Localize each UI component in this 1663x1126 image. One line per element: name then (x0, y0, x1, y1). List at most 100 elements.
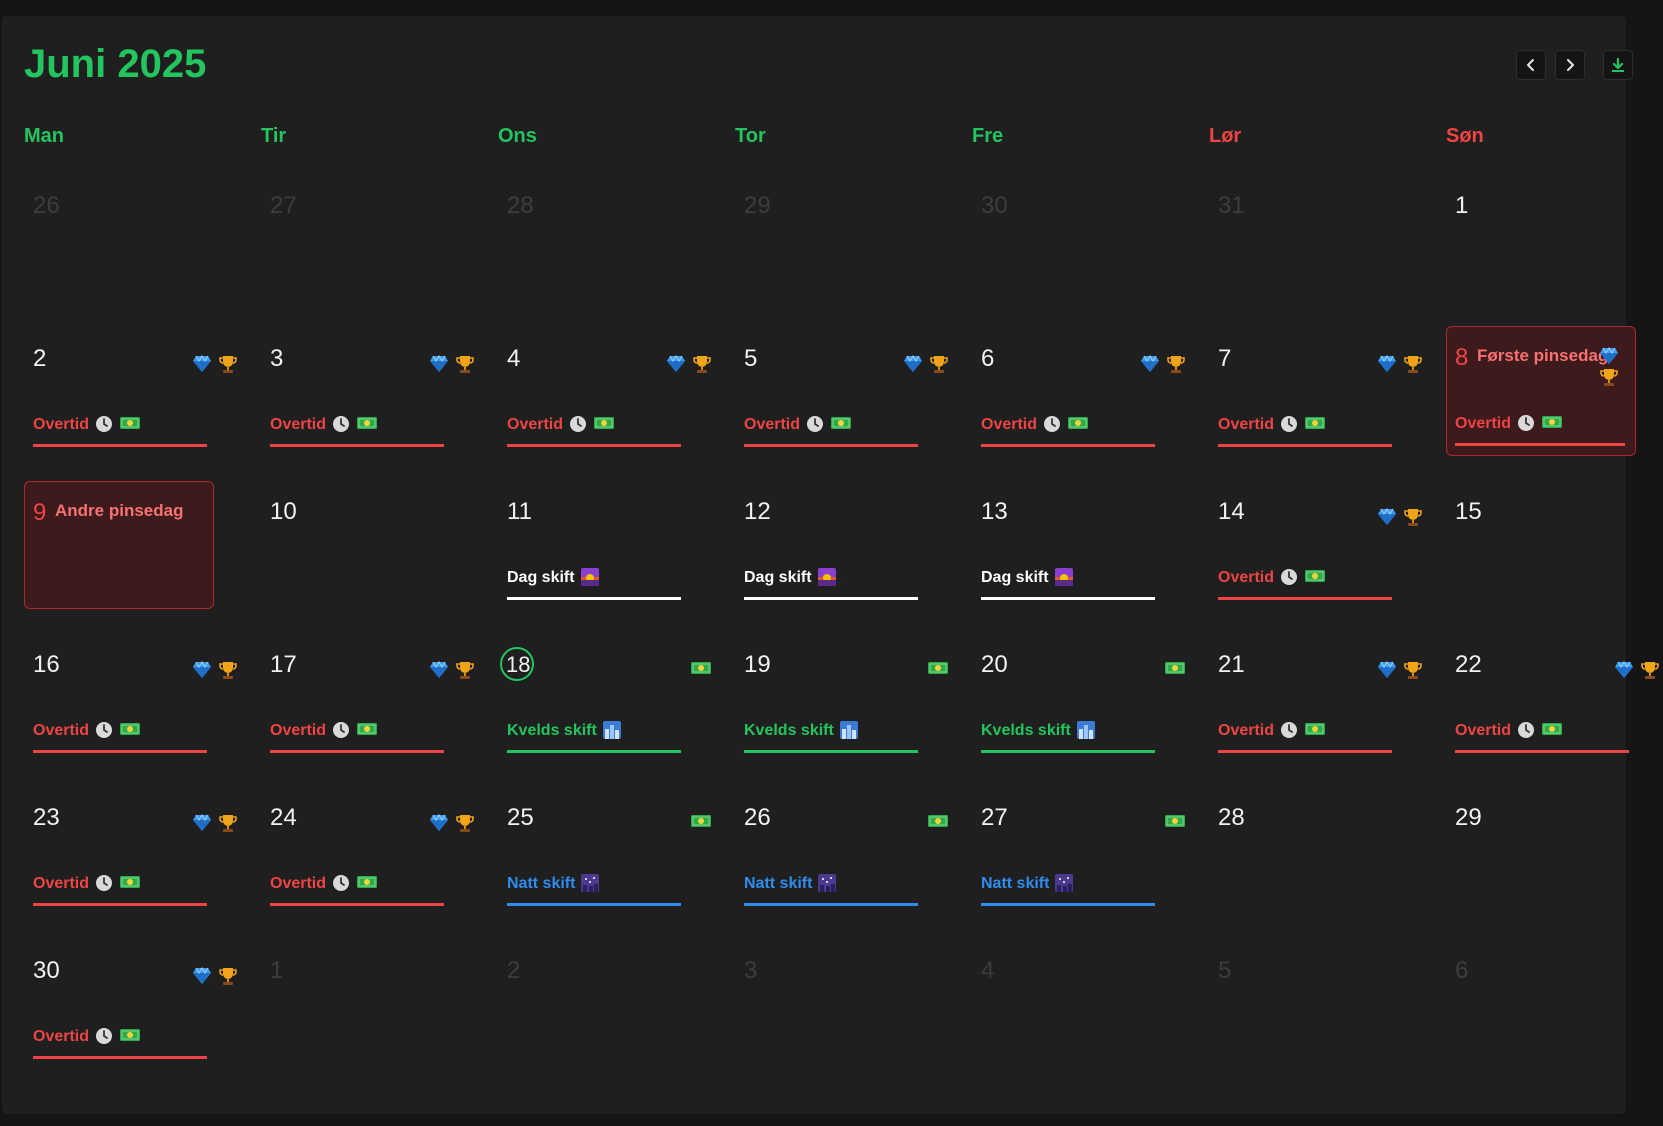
day-number: 7 (1218, 345, 1232, 372)
night-city-icon (818, 874, 837, 892)
day-cell[interactable]: 17 Overtid (262, 632, 499, 785)
day-cell[interactable]: 21 Overtid (1210, 632, 1447, 785)
shift-label: Overtid (1218, 416, 1275, 433)
shift-overtid[interactable]: Overtid (1455, 414, 1625, 446)
shift-overtid[interactable]: Overtid (1218, 415, 1392, 447)
day-cell[interactable]: 4 Overtid (499, 326, 736, 479)
cash-icon (1541, 721, 1563, 737)
day-cell[interactable]: 5 Overtid (736, 326, 973, 479)
shift-overtid[interactable]: Overtid (507, 415, 681, 447)
day-cell[interactable]: 2 Overtid (25, 326, 262, 479)
other-month-day-cell[interactable]: 29 (736, 173, 973, 326)
holiday-day-cell[interactable]: 8 Første pinsedag Overtid (1446, 326, 1636, 456)
night-city-icon (581, 874, 600, 892)
day-cell[interactable]: 18 Kvelds skift (499, 632, 736, 785)
day-number: 5 (1218, 957, 1232, 984)
other-month-day-cell[interactable]: 4 (973, 938, 1210, 1091)
prev-month-button[interactable] (1516, 50, 1546, 80)
shift-overtid[interactable]: Overtid (33, 874, 207, 906)
shift-label: Overtid (33, 875, 90, 892)
shift-dag[interactable]: Dag skift (507, 568, 681, 600)
shift-overtid[interactable]: Overtid (1218, 721, 1392, 753)
day-cell[interactable]: 10 (262, 479, 499, 632)
shift-overtid[interactable]: Overtid (1455, 721, 1629, 753)
day-cell[interactable]: 27 Natt skift (973, 785, 1210, 938)
shift-overtid[interactable]: Overtid (744, 415, 918, 447)
shift-natt[interactable]: Natt skift (981, 874, 1155, 906)
day-number: 11 (507, 498, 532, 525)
shift-dag[interactable]: Dag skift (744, 568, 918, 600)
day-number: 19 (744, 651, 771, 678)
shift-overtid[interactable]: Overtid (1218, 568, 1392, 600)
day-cell[interactable]: 16 Overtid (25, 632, 262, 785)
shift-overtid[interactable]: Overtid (33, 1027, 207, 1059)
other-month-day-cell[interactable]: 26 (25, 173, 262, 326)
next-month-button[interactable] (1555, 50, 1585, 80)
day-cell[interactable]: 11 Dag skift (499, 479, 736, 632)
shift-overtid[interactable]: Overtid (33, 721, 207, 753)
trophy-icon (455, 813, 475, 833)
other-month-day-cell[interactable]: 3 (736, 938, 973, 1091)
cash-icon (1304, 721, 1326, 737)
other-month-day-cell[interactable]: 31 (1210, 173, 1447, 326)
day-badges (690, 660, 712, 676)
day-cell[interactable]: 23 Overtid (25, 785, 262, 938)
shift-overtid[interactable]: Overtid (981, 415, 1155, 447)
cash-icon (1304, 568, 1326, 584)
trophy-icon (455, 354, 475, 374)
shift-kveld[interactable]: Kvelds skift (507, 721, 681, 753)
cash-icon (927, 813, 949, 829)
day-cell[interactable]: 22 Overtid (1447, 632, 1663, 785)
shift-kveld[interactable]: Kvelds skift (744, 721, 918, 753)
day-cell[interactable]: 20 Kvelds skift (973, 632, 1210, 785)
shift-label: Overtid (33, 416, 90, 433)
download-button[interactable] (1603, 50, 1633, 80)
other-month-day-cell[interactable]: 5 (1210, 938, 1447, 1091)
day-cell[interactable]: 28 (1210, 785, 1447, 938)
day-cell[interactable]: 19 Kvelds skift (736, 632, 973, 785)
day-number: 26 (744, 804, 771, 831)
day-cell[interactable]: 24 Overtid (262, 785, 499, 938)
day-cell[interactable]: 29 (1447, 785, 1663, 938)
weekday-label: Søn (1446, 125, 1484, 147)
day-cell[interactable]: 25 Natt skift (499, 785, 736, 938)
day-cell[interactable]: 12 Dag skift (736, 479, 973, 632)
download-icon (1612, 57, 1624, 72)
other-month-day-cell[interactable]: 6 (1447, 938, 1663, 1091)
sunrise-icon (817, 568, 836, 586)
day-cell[interactable]: 1 (1447, 173, 1663, 326)
day-cell[interactable]: 26 Natt skift (736, 785, 973, 938)
day-cell[interactable]: 30 Overtid (25, 938, 262, 1091)
day-cell[interactable]: 13 Dag skift (973, 479, 1210, 632)
clock-icon (95, 1027, 113, 1045)
shift-overtid[interactable]: Overtid (270, 874, 444, 906)
shift-label: Kvelds skift (744, 722, 834, 739)
day-cell[interactable]: 7 Overtid (1210, 326, 1447, 479)
other-month-day-cell[interactable]: 30 (973, 173, 1210, 326)
shift-natt[interactable]: Natt skift (744, 874, 918, 906)
shift-natt[interactable]: Natt skift (507, 874, 681, 906)
day-cell[interactable]: 14 Overtid (1210, 479, 1447, 632)
gem-icon (429, 814, 449, 832)
shift-overtid[interactable]: Overtid (33, 415, 207, 447)
month-title: Juni 2025 (24, 42, 207, 86)
other-month-day-cell[interactable]: 28 (499, 173, 736, 326)
shift-kveld[interactable]: Kvelds skift (981, 721, 1155, 753)
shift-dag[interactable]: Dag skift (981, 568, 1155, 600)
day-badges (429, 813, 475, 833)
day-number: 1 (270, 957, 284, 984)
day-cell[interactable]: 15 (1447, 479, 1663, 632)
other-month-day-cell[interactable]: 27 (262, 173, 499, 326)
day-badges (1140, 354, 1186, 374)
shift-label: Kvelds skift (981, 722, 1071, 739)
shift-overtid[interactable]: Overtid (270, 721, 444, 753)
other-month-day-cell[interactable]: 1 (262, 938, 499, 1091)
shift-overtid[interactable]: Overtid (270, 415, 444, 447)
day-cell[interactable]: 6 Overtid (973, 326, 1210, 479)
holiday-name: Andre pinsedag (55, 501, 184, 520)
day-number: 30 (981, 192, 1008, 219)
holiday-day-cell[interactable]: 9 Andre pinsedag (24, 481, 214, 609)
day-number: 6 (981, 345, 995, 372)
day-cell[interactable]: 3 Overtid (262, 326, 499, 479)
other-month-day-cell[interactable]: 2 (499, 938, 736, 1091)
